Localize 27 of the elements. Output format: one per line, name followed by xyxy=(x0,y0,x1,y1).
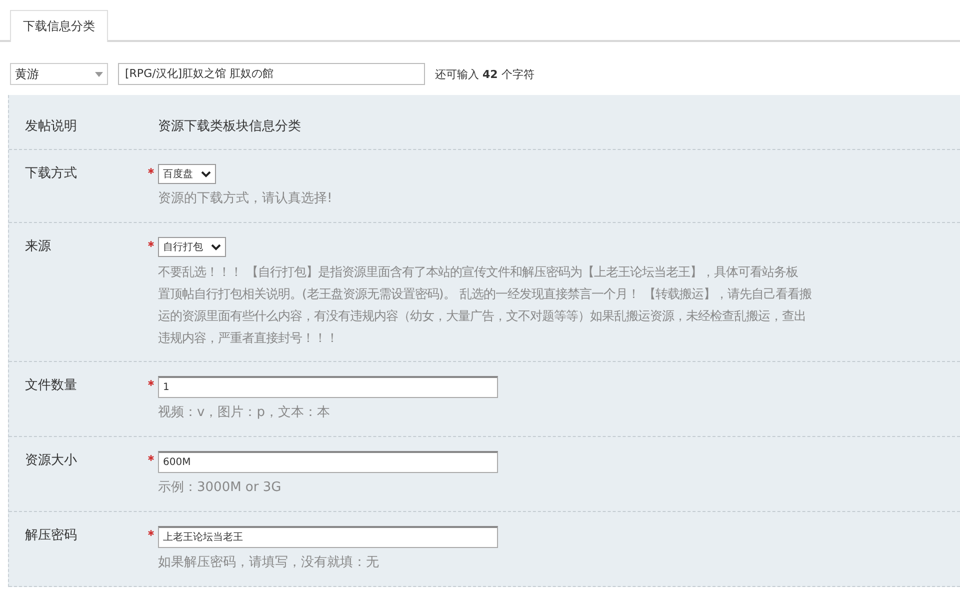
chevron-down-icon xyxy=(211,244,221,250)
caret-icon xyxy=(95,72,103,76)
hint-text: 违规内容，严重者直接封号！！！ xyxy=(158,329,339,347)
field-value: 资源下载类板块信息分类 xyxy=(158,118,301,136)
field-label: 资源大小 xyxy=(25,452,78,470)
chevron-down-icon xyxy=(201,170,211,178)
tab[interactable]: 下载信息分类 xyxy=(10,10,108,42)
field-label: 解压密码 xyxy=(25,527,78,545)
field-label: 发帖说明 xyxy=(25,118,78,136)
input-field[interactable]: 上老王论坛当老王 xyxy=(158,526,498,548)
category-dropdown[interactable]: 黄游 xyxy=(10,63,108,85)
dropdown[interactable]: 自行打包 xyxy=(158,237,226,257)
dropdown[interactable]: 百度盘 xyxy=(158,164,216,184)
field-label: 来源 xyxy=(25,238,52,256)
hint-text: 示例：3000M or 3G xyxy=(158,479,282,497)
input-field[interactable]: 600M xyxy=(158,451,498,473)
hint-text: 视频：v，图片：p，文本：本 xyxy=(158,404,331,422)
hint-text: 置顶帖自行打包相关说明。(老王盘资源无需设置密码)。 乱选的一经发现直接禁言一个月！ 【转载搬运】，请先自己看看搬 xyxy=(158,285,812,303)
hint-text: 如果解压密码，请填写，没有就填：无 xyxy=(158,554,380,572)
field-label: 文件数量 xyxy=(25,377,78,395)
field-label: 下载方式 xyxy=(25,165,78,183)
input-field[interactable]: 1 xyxy=(158,376,498,398)
hint-text: 资源的下载方式，请认真选择! xyxy=(158,190,332,208)
title-field[interactable]: [RPG/汉化]肛奴之馆 肛奴の館 xyxy=(118,63,425,85)
character-counter: 还可输入 42 个字符 xyxy=(435,66,534,82)
hint-text: 不要乱选！！！ 【自行打包】是指资源里面含有了本站的宣传文件和解压密码为【上老王论坛当老王】，具体可看站务板 xyxy=(158,263,799,281)
hint-text: 运的资源里面有些什么内容，有没有违规内容（幼女，大量广告，文不对题等等）如果乱搬运资源，未经检查乱搬运，查出 xyxy=(158,307,807,325)
